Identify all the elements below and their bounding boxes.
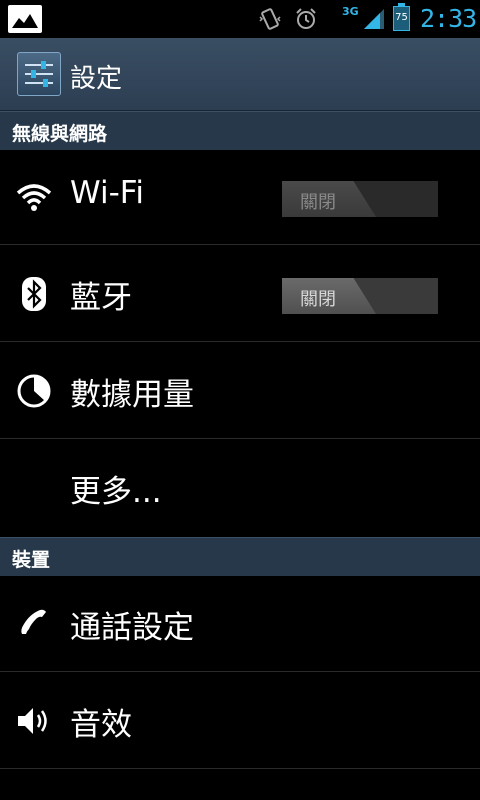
- section-header-wireless: 無線與網路: [0, 111, 480, 150]
- data-usage-icon: [17, 374, 51, 408]
- vibrate-icon: [259, 8, 281, 30]
- bluetooth-icon: [22, 277, 46, 311]
- item-label: 數據用量: [70, 377, 194, 413]
- wifi-toggle[interactable]: 關閉: [282, 181, 438, 217]
- list-item-call-settings[interactable]: 通話設定: [0, 576, 480, 672]
- item-label: 通話設定: [70, 610, 194, 646]
- section-header-device: 裝置: [0, 537, 480, 576]
- toggle-state: 關閉: [300, 192, 336, 213]
- item-label: 音效: [70, 707, 132, 743]
- list-item-sound[interactable]: 音效: [0, 673, 480, 769]
- list-item-bluetooth[interactable]: 藍牙 關閉: [0, 246, 480, 342]
- list-item-wifi[interactable]: Wi-Fi 關閉: [0, 149, 480, 245]
- signal-strength-icon: [364, 9, 384, 29]
- speaker-icon: [18, 708, 47, 734]
- list-item-more[interactable]: 更多...: [0, 440, 480, 536]
- status-bar: 3G 75 2:33: [0, 0, 480, 38]
- item-label: Wi-Fi: [70, 175, 144, 211]
- list-item-data-usage[interactable]: 數據用量: [0, 343, 480, 439]
- wifi-icon: [16, 184, 52, 211]
- item-label: 藍牙: [70, 280, 132, 316]
- gallery-notification-icon[interactable]: [8, 5, 42, 33]
- bluetooth-toggle[interactable]: 關閉: [282, 278, 438, 314]
- phone-icon: [21, 609, 46, 634]
- action-bar: 設定: [0, 38, 480, 111]
- toggle-state: 關閉: [300, 289, 336, 310]
- battery-level: 75: [395, 12, 408, 23]
- item-label: 更多...: [70, 474, 162, 510]
- settings-app-icon[interactable]: [17, 52, 61, 96]
- network-type: 3G: [342, 5, 359, 18]
- section-header-label: 裝置: [12, 549, 51, 571]
- page-title: 設定: [70, 64, 123, 94]
- clock: 2:33: [420, 4, 477, 33]
- section-header-label: 無線與網路: [12, 123, 108, 145]
- alarm-icon: [296, 8, 316, 29]
